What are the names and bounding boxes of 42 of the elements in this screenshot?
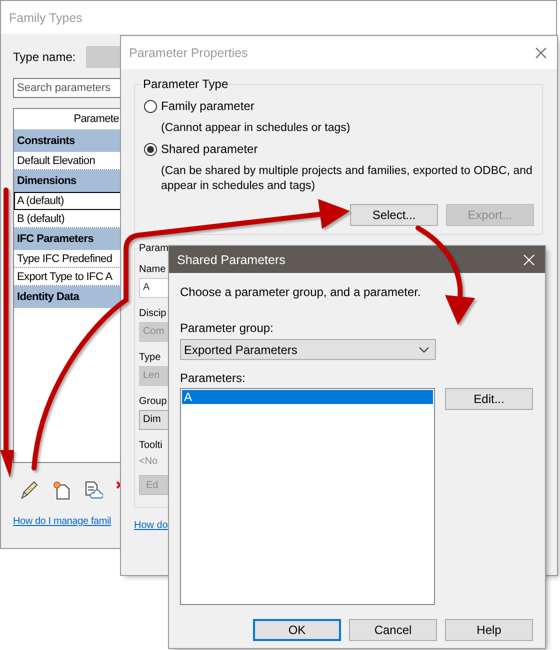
dropdown[interactable]: Exported Parameters bbox=[180, 339, 436, 360]
window-title: Family Types bbox=[9, 10, 82, 24]
document-cloud-icon[interactable] bbox=[83, 480, 103, 500]
group-row[interactable]: IFC Parameters bbox=[14, 228, 121, 250]
radio-button[interactable] bbox=[144, 142, 157, 156]
group-label: Param bbox=[139, 243, 168, 254]
list-item[interactable]: A bbox=[182, 390, 433, 404]
close-icon[interactable] bbox=[535, 46, 547, 58]
field-label: Type bbox=[139, 352, 161, 363]
field-label: Name bbox=[139, 264, 166, 275]
dialog-button[interactable]: Cancel bbox=[349, 619, 437, 641]
field-label: Discip bbox=[139, 308, 166, 319]
new-document-icon[interactable] bbox=[51, 480, 71, 500]
field-label: Toolti bbox=[139, 440, 162, 451]
radio-button[interactable] bbox=[144, 100, 157, 112]
window-title: Shared Parameters bbox=[177, 252, 286, 266]
chevron-icon bbox=[419, 346, 429, 352]
option-label[interactable]: Shared parameter bbox=[161, 142, 258, 156]
field-label: Parameters: bbox=[180, 371, 246, 385]
search-field[interactable]: Search parameters bbox=[13, 78, 121, 98]
group-label: Parameter Type bbox=[142, 77, 230, 91]
field-label: Parameter group: bbox=[180, 321, 274, 335]
help-link[interactable]: How do bbox=[134, 520, 168, 531]
edit-button[interactable]: Edit... bbox=[445, 388, 533, 410]
field-label: Type name: bbox=[13, 50, 76, 64]
tooltip-text: <No bbox=[139, 456, 159, 467]
field-label: Group bbox=[139, 396, 167, 407]
pencil-icon[interactable] bbox=[19, 480, 39, 500]
option-description: (Can be shared by multiple projects and families, exported to ODBC, and appear in schedules and tags) bbox=[160, 164, 534, 194]
select-button[interactable]: Select... bbox=[350, 204, 438, 226]
window-title: Parameter Properties bbox=[129, 46, 248, 60]
group-row[interactable]: Identity Data bbox=[14, 286, 121, 308]
option-description: (Cannot appear in schedules or tags) bbox=[160, 121, 352, 136]
instruction-text: Choose a parameter group, and a parameter. bbox=[180, 285, 422, 299]
group-row[interactable]: Constraints bbox=[14, 130, 121, 152]
option-label[interactable]: Family parameter bbox=[161, 99, 254, 113]
dialog-button[interactable]: OK bbox=[253, 619, 341, 641]
group-row[interactable]: Dimensions bbox=[14, 170, 121, 192]
dialog-button[interactable]: Help bbox=[445, 619, 533, 641]
dropdown-value: Exported Parameters bbox=[184, 342, 298, 356]
help-link[interactable]: How do I manage famil bbox=[13, 516, 112, 527]
table-row[interactable]: A (default) bbox=[14, 192, 121, 210]
